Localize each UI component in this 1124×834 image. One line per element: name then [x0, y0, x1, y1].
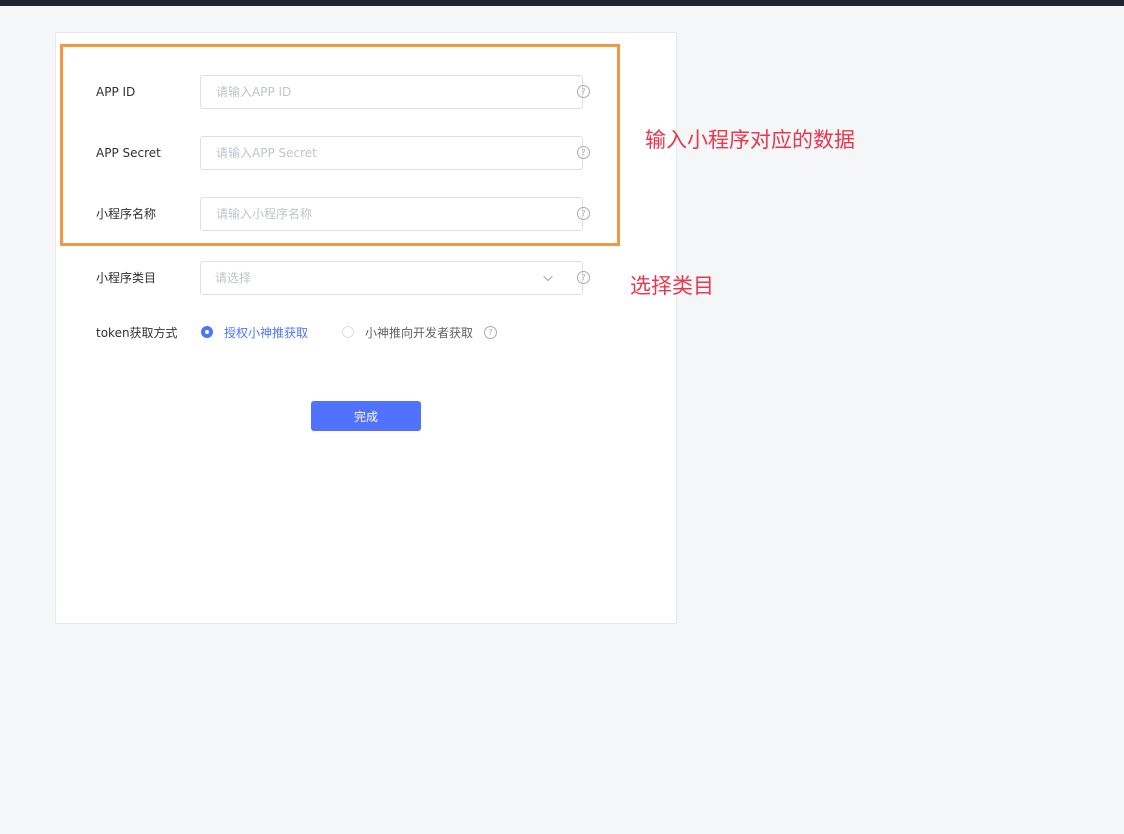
- token-method-row: token获取方式 授权小神推获取 小神推向开发者获取 ?: [56, 316, 676, 350]
- annotation-select-category: 选择类目: [630, 274, 714, 298]
- token-method-label: token获取方式: [96, 326, 178, 340]
- category-select-placeholder: 请选择: [215, 271, 252, 285]
- radio-option-developer-label[interactable]: 小神推向开发者获取: [365, 316, 473, 350]
- question-circle-icon[interactable]: ?: [484, 326, 497, 339]
- question-circle-icon[interactable]: ?: [577, 271, 590, 284]
- top-bar: [0, 0, 1124, 6]
- radio-unchecked-icon[interactable]: [342, 326, 354, 338]
- category-select[interactable]: [200, 261, 583, 295]
- radio-checked-icon[interactable]: [201, 326, 213, 338]
- category-label: 小程序类目: [96, 271, 157, 285]
- submit-button[interactable]: 完成: [311, 401, 421, 431]
- annotation-input-data: 输入小程序对应的数据: [645, 128, 855, 152]
- highlight-box: [60, 44, 620, 246]
- category-row: 小程序类目 请选择 ?: [56, 261, 676, 295]
- radio-option-authorize-label[interactable]: 授权小神推获取: [224, 316, 308, 350]
- chevron-down-icon: [543, 275, 553, 282]
